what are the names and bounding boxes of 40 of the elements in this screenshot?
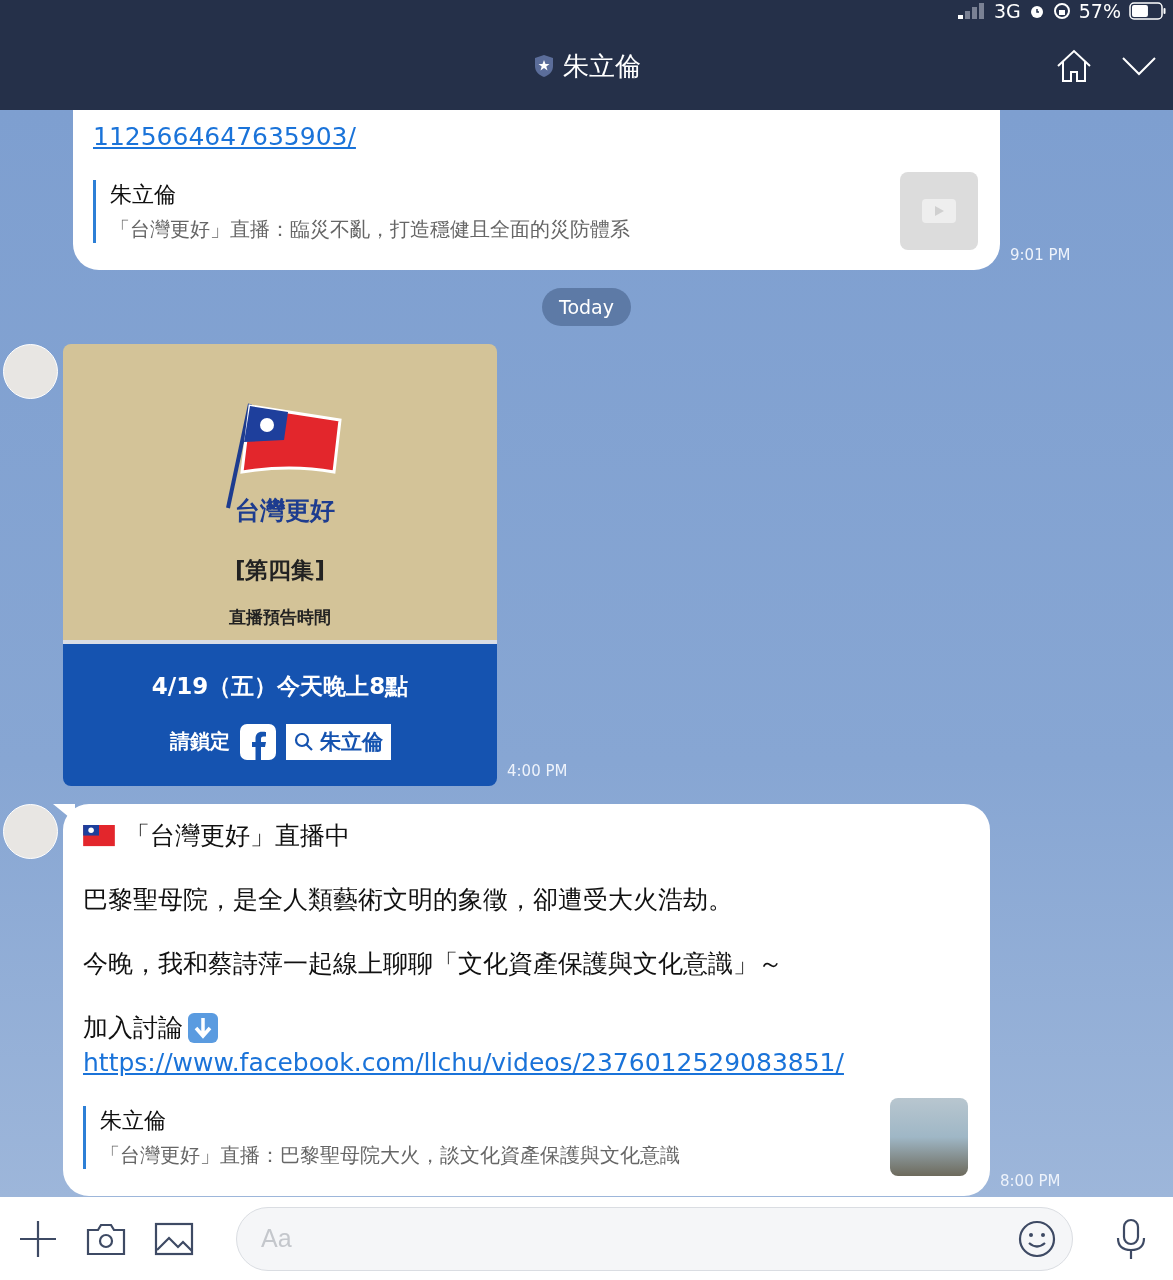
- chat-title: 朱立倫: [562, 49, 641, 83]
- message-time: 8:00 PM: [1000, 1172, 1061, 1190]
- poster-search-box: 朱立倫: [285, 723, 391, 760]
- search-icon: [293, 731, 314, 752]
- video-link[interactable]: 1125664647635903/: [93, 120, 978, 154]
- microphone-icon[interactable]: [1115, 1217, 1147, 1260]
- message-time: 4:00 PM: [507, 762, 568, 780]
- camera-icon[interactable]: [86, 1221, 126, 1256]
- plus-icon[interactable]: [18, 1218, 58, 1259]
- preview-description: 「台灣更好」直播：臨災不亂，打造穩健且全面的災防體系: [110, 215, 631, 243]
- home-icon[interactable]: [1055, 49, 1093, 83]
- video-thumbnail[interactable]: [900, 172, 978, 250]
- shield-star-icon: [532, 54, 555, 78]
- message-text: 今晚，我和蔡詩萍一起線上聊聊「文化資產保護與文化意識」～: [83, 948, 784, 980]
- battery-icon: [1129, 2, 1167, 20]
- facebook-icon: [239, 723, 276, 760]
- alarm-icon: [1028, 3, 1045, 19]
- signal-icon: [957, 3, 986, 19]
- battery-percentage: 57%: [1078, 0, 1121, 22]
- message-time: 9:01 PM: [1010, 246, 1071, 264]
- rotation-lock-icon: [1052, 2, 1071, 20]
- photo-placeholder[interactable]: [890, 1098, 968, 1176]
- poster-title: 台灣更好: [235, 495, 335, 527]
- poster-date: 4/19（五）今天晚上8點: [151, 671, 409, 701]
- message-text: 巴黎聖母院，是全人類藝術文明的象徵，卻遭受大火浩劫。: [83, 884, 734, 916]
- video-link[interactable]: https://www.facebook.com/llchu/videos/2376012529083851/: [83, 1046, 968, 1080]
- flag-icon: [83, 825, 115, 847]
- message-text: 「台灣更好」直播中: [125, 820, 350, 852]
- poster-text: [第四集]: [235, 556, 325, 585]
- preview-title: 朱立倫: [100, 1106, 167, 1135]
- play-icon: [922, 199, 956, 223]
- preview-title: 朱立倫: [110, 180, 177, 209]
- network-type: 3G: [993, 0, 1021, 22]
- preview-description: 「台灣更好」直播：巴黎聖母院大火，談文化資產保護與文化意識: [100, 1141, 681, 1169]
- poster-text: 請鎖定: [169, 728, 230, 755]
- message-text: 加入討論: [83, 1012, 183, 1044]
- image-icon[interactable]: [154, 1221, 194, 1256]
- emoji-icon[interactable]: [1018, 1219, 1056, 1258]
- poster-text: 直播預告時間: [229, 606, 331, 629]
- date-separator: Today: [542, 288, 631, 326]
